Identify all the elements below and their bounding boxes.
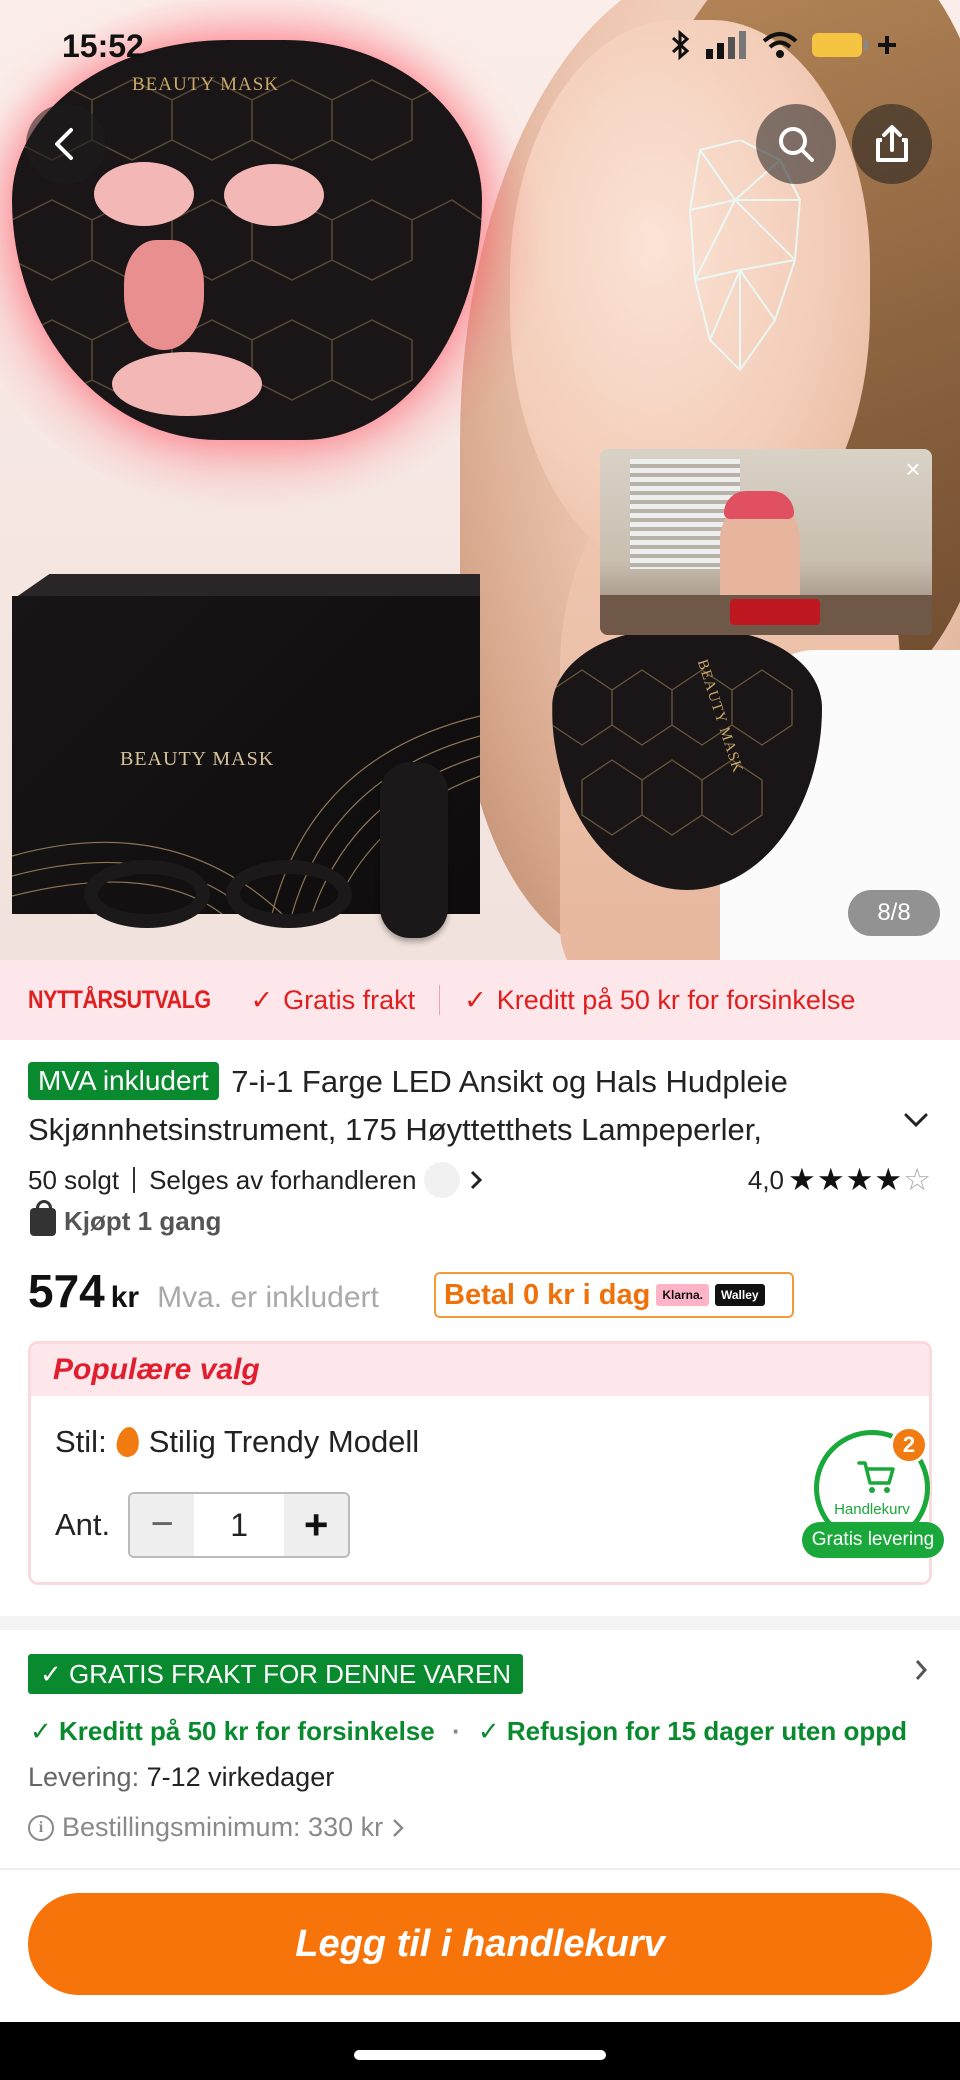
popular-options-header: Populære valg — [31, 1344, 929, 1396]
promo-free-shipping: Gratis frakt — [283, 984, 416, 1015]
increase-button[interactable]: + — [284, 1494, 349, 1556]
back-button[interactable] — [26, 104, 106, 184]
quantity-label: Ant. — [55, 1507, 111, 1542]
free-shipping-tag[interactable]: ✓ GRATIS FRAKT FOR DENNE VAREN — [28, 1654, 524, 1694]
box-brand-text: BEAUTY MASK — [120, 748, 275, 770]
cart-count-badge: 2 — [890, 1426, 928, 1464]
close-video-button[interactable]: × — [898, 455, 928, 485]
chevron-down-icon[interactable] — [902, 1110, 930, 1130]
popular-options-card: Populære valg Stil: Stilig Trendy Modell… — [28, 1341, 932, 1585]
seller-logo — [424, 1162, 461, 1198]
add-to-cart-button[interactable]: Legg til i handlekurv — [28, 1893, 932, 1995]
led-face-mask: BEAUTY MASK — [12, 40, 482, 440]
mask-eye-left — [94, 162, 194, 226]
rating[interactable]: 4,0 ★★★★☆ — [748, 1162, 932, 1198]
vat-note: Mva. er inkludert — [157, 1281, 379, 1314]
status-time: 15:52 — [62, 28, 144, 64]
search-button[interactable] — [756, 104, 836, 184]
title-line-1: 7-i-1 Farge LED Ansikt og Hals Hudpleie — [231, 1064, 788, 1099]
neck-mask: BEAUTY MASK — [552, 630, 822, 890]
product-title[interactable]: MVA inkludert 7-i-1 Farge LED Ansikt og … — [28, 1058, 898, 1154]
product-image-gallery[interactable]: BEAUTY MASK BEAUTY MASK BEAUTY MASK 15:5… — [0, 0, 960, 960]
share-button[interactable] — [852, 104, 932, 184]
image-counter: 8/8 — [848, 890, 940, 936]
status-bar: 15:52 — [0, 0, 960, 90]
eye-ring-right — [226, 860, 352, 928]
pay-later-badge[interactable]: Betal 0 kr i dag Klarna. Walley — [434, 1272, 794, 1318]
mask-eye-right — [224, 164, 324, 226]
pay-later-label: Betal 0 kr i dag — [444, 1278, 651, 1311]
share-icon — [876, 125, 908, 162]
delivery-label: Levering: — [28, 1762, 140, 1792]
vat-badge: MVA inkludert — [28, 1062, 219, 1100]
benefit-refund: Refusjon for 15 dager uten oppd — [506, 1716, 908, 1746]
home-indicator[interactable] — [354, 2050, 606, 2060]
eye-ring-left — [84, 860, 210, 928]
quantity-row: Ant. − 1 + — [55, 1492, 351, 1558]
product-meta: 50 solgt Selges av forhandleren 4,0 ★★★★… — [28, 1160, 932, 1200]
price-value: 574 — [28, 1265, 105, 1317]
benefit-credit: Kreditt på 50 kr for forsinkelse — [59, 1716, 435, 1746]
minimum-order-text: Bestillingsminimum: 330 kr — [62, 1812, 384, 1842]
chevron-left-icon — [55, 128, 73, 160]
delivery-value: 7-12 virkedager — [146, 1762, 335, 1792]
flame-icon — [114, 1425, 141, 1459]
chevron-right-icon[interactable] — [468, 1168, 484, 1192]
klarna-logo: Klarna. — [656, 1284, 709, 1306]
rating-value: 4,0 — [747, 1164, 785, 1195]
mask-mouth — [112, 352, 262, 416]
promo-divider — [439, 985, 441, 1015]
bluetooth-icon — [671, 30, 690, 60]
delivery-time: Levering: 7-12 virkedager — [28, 1762, 334, 1793]
bought-info: Kjøpt 1 gang — [30, 1199, 222, 1237]
bought-text: Kjøpt 1 gang — [64, 1206, 222, 1236]
decrease-button[interactable]: − — [130, 1494, 195, 1556]
sold-count: 50 solgt — [28, 1164, 120, 1195]
check-icon: ✓ — [30, 1716, 52, 1746]
promo-credit: Kreditt på 50 kr for forsinkelse — [496, 984, 856, 1015]
check-icon: ✓ — [250, 984, 274, 1015]
bag-icon — [30, 1199, 56, 1236]
free-delivery-pill: Gratis levering — [802, 1522, 944, 1558]
shipping-benefits: ✓ Kreditt på 50 kr for forsinkelse · ✓ R… — [30, 1716, 908, 1746]
battery-icon — [812, 33, 868, 57]
style-row[interactable]: Stil: Stilig Trendy Modell — [55, 1424, 419, 1460]
wifi-icon — [762, 32, 798, 58]
divider — [0, 1868, 960, 1870]
style-label: Stil: — [55, 1424, 107, 1459]
style-value: Stilig Trendy Modell — [148, 1424, 420, 1459]
promo-strip: NYTTÅRSUTVALG ✓ Gratis frakt ✓ Kreditt p… — [0, 960, 960, 1040]
signal-icon — [706, 31, 746, 59]
quantity-stepper[interactable]: − 1 + — [128, 1492, 351, 1558]
check-icon: ✓ — [464, 984, 487, 1015]
search-icon — [779, 127, 814, 162]
minimum-order[interactable]: i Bestillingsminimum: 330 kr — [28, 1812, 405, 1843]
chevron-right-icon[interactable] — [912, 1656, 930, 1684]
price-currency: kr — [110, 1281, 140, 1314]
chevron-right-icon — [393, 1818, 404, 1837]
price-row: 574 kr Mva. er inkludert — [28, 1264, 379, 1318]
walley-logo: Walley — [715, 1284, 765, 1306]
section-divider — [0, 1616, 960, 1630]
seller-link[interactable]: Selges av forhandleren — [149, 1165, 416, 1196]
star-icons: ★★★★☆ — [788, 1162, 932, 1197]
promo-brand: NYTTÅRSUTVALG — [28, 985, 211, 1014]
remote-control — [380, 762, 448, 938]
charging-plus-icon — [878, 36, 896, 54]
video-preview[interactable]: × — [600, 449, 932, 635]
free-shipping-tag-text: GRATIS FRAKT FOR DENNE VAREN — [69, 1659, 512, 1689]
quantity-value[interactable]: 1 — [194, 1507, 284, 1544]
info-icon: i — [28, 1814, 54, 1841]
mask-nose — [124, 240, 204, 350]
check-icon: ✓ — [477, 1716, 500, 1746]
cart-icon — [857, 1461, 895, 1493]
cart-label: Handlekurv — [834, 1501, 910, 1518]
